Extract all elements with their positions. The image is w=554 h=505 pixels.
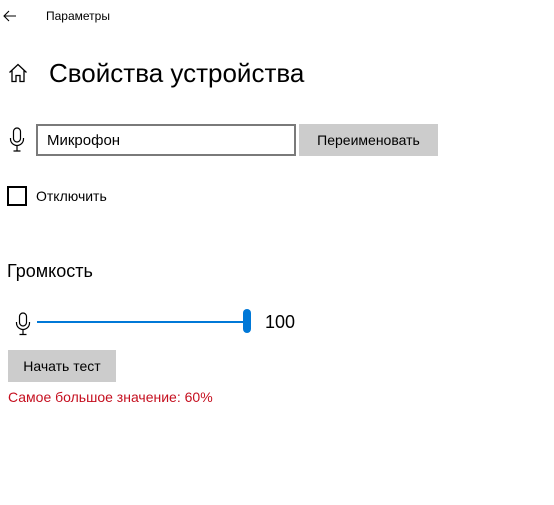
disable-checkbox-label: Отключить (36, 188, 107, 204)
start-test-button[interactable]: Начать тест (8, 350, 116, 382)
volume-section-title: Громкость (7, 261, 93, 281)
disable-checkbox-row[interactable]: Отключить (7, 185, 107, 207)
disable-checkbox[interactable] (7, 186, 27, 206)
volume-slider[interactable] (37, 309, 251, 335)
window-title: Параметры (46, 9, 110, 23)
home-icon (9, 63, 27, 83)
volume-slider-fill (37, 321, 247, 323)
arrow-left-icon (3, 10, 16, 22)
home-button[interactable] (6, 60, 30, 86)
device-name-input[interactable] (36, 124, 296, 156)
back-button[interactable] (0, 4, 20, 28)
volume-slider-thumb[interactable] (243, 309, 251, 333)
settings-page: Параметры Свойства устройства Переименов… (0, 0, 554, 505)
volume-value: 100 (265, 312, 296, 332)
microphone-icon (15, 312, 31, 336)
microphone-icon (9, 127, 25, 152)
rename-button[interactable]: Переименовать (299, 124, 438, 156)
peak-value-text: Самое большое значение: 60% (8, 389, 213, 405)
page-title: Свойства устройства (49, 58, 305, 88)
